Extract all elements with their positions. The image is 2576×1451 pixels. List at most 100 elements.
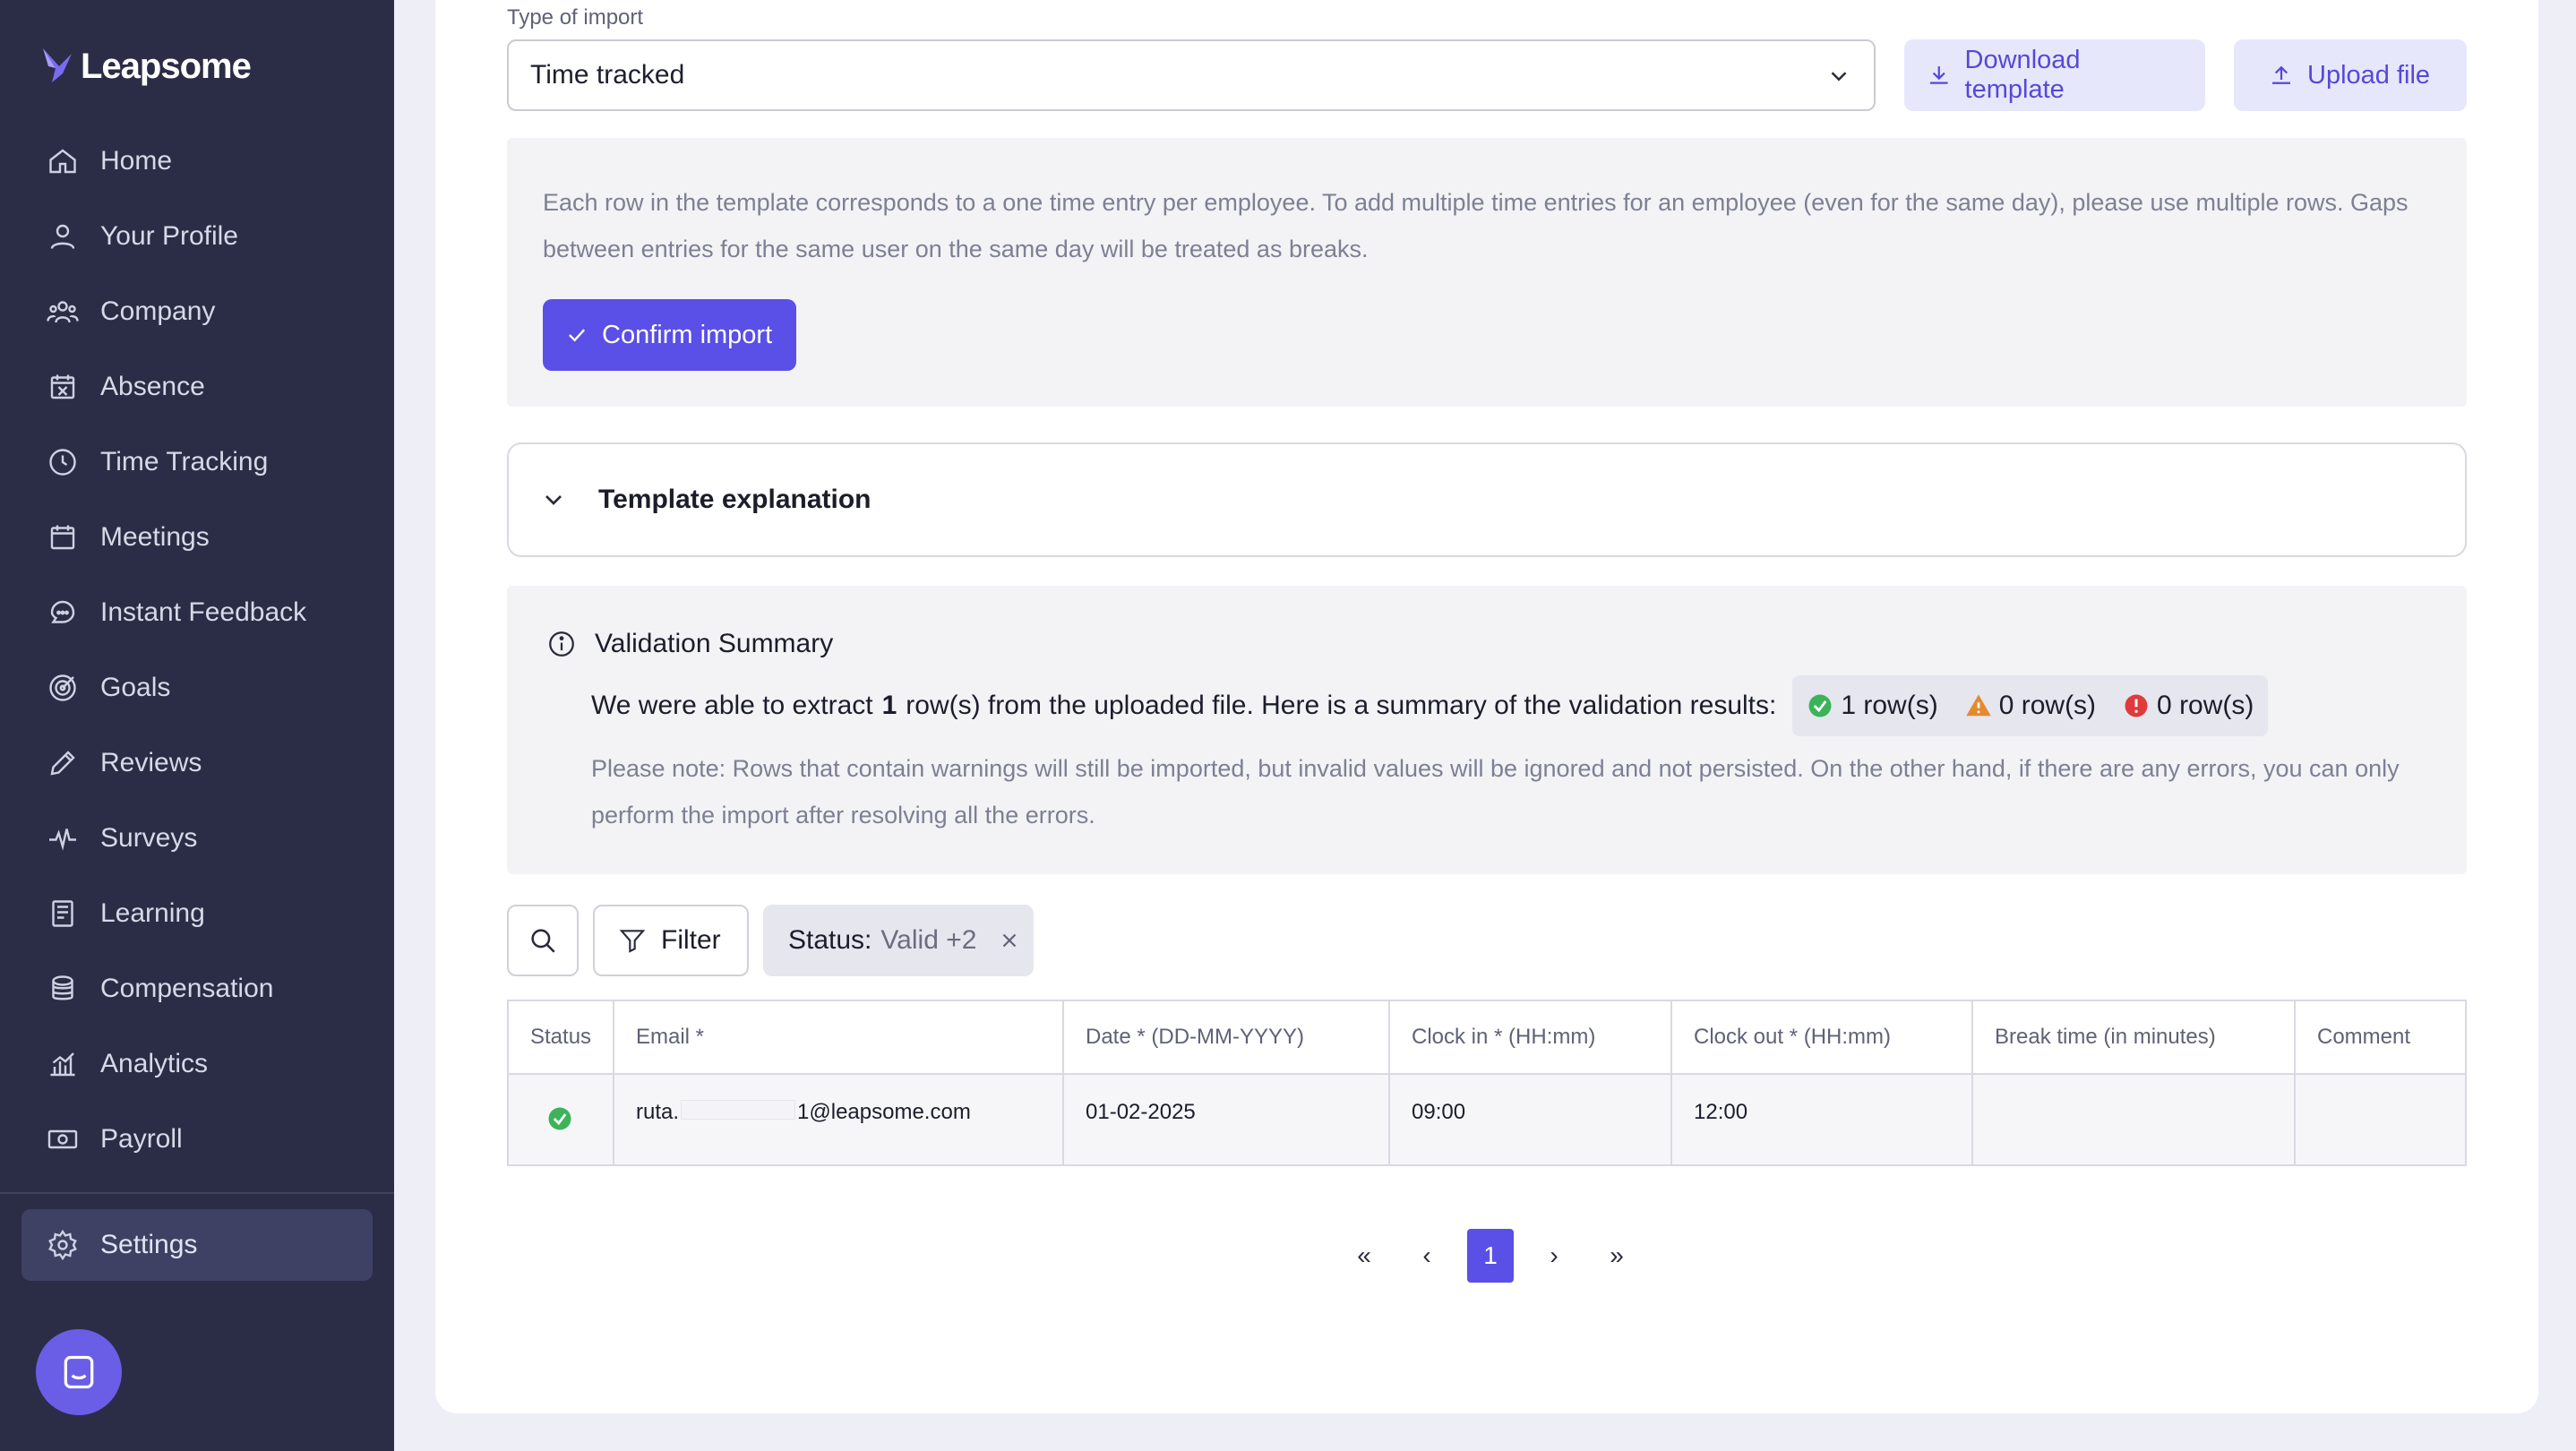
money-icon [47,1129,78,1149]
table-row[interactable]: ruta. 1@leapsome.com 01-02-2025 09:00 12… [509,1075,2465,1164]
sidebar-item-time-tracking[interactable]: Time Tracking [0,425,394,500]
sidebar-item-label: Absence [100,372,205,401]
sidebar-item-learning[interactable]: Learning [0,876,394,951]
home-icon [49,149,76,174]
support-chat-button[interactable] [36,1329,122,1415]
filter-icon [619,930,646,953]
sidebar-item-reviews[interactable]: Reviews [0,726,394,801]
sidebar-item-company[interactable]: Company [0,274,394,349]
row-clock-in-cell: 09:00 [1390,1075,1672,1164]
chip-key: Status: [788,925,872,955]
upload-file-button[interactable]: Upload file [2234,39,2467,111]
sidebar-item-payroll[interactable]: Payroll [0,1102,394,1177]
first-page-button[interactable]: « [1333,1229,1395,1283]
sidebar-item-your-profile[interactable]: Your Profile [0,199,394,274]
valid-rows-stat: 1 row(s) [1807,691,1938,721]
pencil-icon [50,751,75,776]
chip-value: Valid +2 [880,925,977,955]
sidebar-item-label: Goals [100,673,171,702]
gear-icon [48,1229,77,1261]
target-icon [49,674,76,701]
last-page-button[interactable]: » [1585,1229,1648,1283]
row-comment-cell [2296,1075,2465,1164]
chart-icon [50,1052,75,1077]
column-header-comment: Comment [2317,1025,2411,1049]
confirm-import-label: Confirm import [602,320,773,349]
error-icon [2125,694,2148,717]
column-header-email: Email * [614,1001,1064,1073]
sidebar-nav: Home Your Profile Company Absence Time T… [0,124,394,1177]
sidebar-item-label: Reviews [100,748,202,777]
sidebar-item-label: Meetings [100,522,210,552]
sidebar-item-label: Time Tracking [100,447,269,477]
sidebar-item-label: Your Profile [100,221,238,251]
status-filter-chip[interactable]: Status: Valid +2 [763,905,1034,976]
calendar-x-icon [50,374,75,399]
import-info-panel: Each row in the template corresponds to … [507,138,2467,407]
row-clock-out-cell: 12:00 [1672,1075,1973,1164]
error-rows-count: 0 row(s) [2157,691,2254,720]
validation-summary-header: Validation Summary [546,629,833,659]
valid-status-icon [548,1107,571,1130]
template-explanation-accordion[interactable]: Template explanation [507,442,2467,557]
column-header-status: Status [509,1001,614,1073]
sidebar-item-label: Company [100,296,216,326]
chevron-down-icon [1831,72,1847,82]
sidebar-item-label: Surveys [100,823,198,853]
info-icon [549,631,574,657]
sidebar-item-label: Home [100,146,173,176]
sidebar-item-label: Learning [100,898,205,928]
sidebar-item-label: Instant Feedback [100,597,307,627]
chat-launcher-icon [64,1355,94,1389]
row-email-cell: ruta. 1@leapsome.com [614,1075,1064,1164]
import-type-label: Type of import [507,5,644,30]
next-page-button[interactable]: › [1523,1229,1585,1283]
sidebar: Leapsome Home Your Profile Company Absen… [0,0,394,1451]
pulse-icon [49,829,76,851]
leapsome-logo[interactable]: Leapsome [39,41,252,91]
sidebar-item-compensation[interactable]: Compensation [0,951,394,1026]
app-name: Leapsome [81,46,252,86]
check-icon [569,329,586,342]
sidebar-item-home[interactable]: Home [0,124,394,199]
sidebar-item-goals[interactable]: Goals [0,650,394,726]
sidebar-item-label: Payroll [100,1124,183,1154]
current-page-button[interactable]: 1 [1467,1229,1514,1283]
sidebar-item-analytics[interactable]: Analytics [0,1026,394,1102]
upload-icon [2272,65,2290,84]
close-icon[interactable] [998,929,1021,952]
import-info-text: Each row in the template corresponds to … [543,189,2409,262]
import-preview-table: Status Email * Date * (DD-MM-YYYY) Clock… [507,1000,2467,1166]
validation-note: Please note: Rows that contain warnings … [591,755,2400,829]
sidebar-item-absence[interactable]: Absence [0,349,394,425]
redacted-text [681,1100,796,1120]
row-break-time-cell [1973,1075,2296,1164]
search-button[interactable] [507,905,579,976]
download-icon [1929,66,1948,84]
sidebar-item-label: Analytics [100,1049,209,1078]
sidebar-item-instant-feedback[interactable]: Instant Feedback [0,575,394,650]
filter-button[interactable]: Filter [593,905,749,976]
column-header-date: Date * (DD-MM-YYYY) [1064,1001,1390,1073]
download-template-button[interactable]: Download template [1904,39,2205,111]
check-circle-icon [1808,694,1832,717]
sidebar-item-meetings[interactable]: Meetings [0,500,394,575]
warning-icon [1965,694,1991,717]
validation-summary-panel: Validation Summary We were able to extra… [507,586,2467,874]
column-header-clock-out: Clock out * (HH:mm) [1672,1001,1973,1073]
leapsome-bird-icon [43,48,72,82]
warning-rows-stat: 0 row(s) [1965,691,2096,721]
sidebar-item-surveys[interactable]: Surveys [0,801,394,876]
validation-line-suffix: row(s) from the uploaded file. Here is a… [906,691,1777,720]
sidebar-item-settings[interactable]: Settings [21,1209,373,1281]
sidebar-item-label: Compensation [100,974,274,1003]
email-start: ruta. [636,1100,680,1124]
valid-rows-count: 1 row(s) [1841,691,1938,720]
row-status-cell [509,1075,614,1164]
import-type-select[interactable]: Time tracked [507,39,1876,111]
calendar-icon [50,525,75,550]
validation-row-count: 1 [881,691,897,720]
validation-stats: 1 row(s) 0 row(s) 0 row(s) [1792,675,2269,736]
confirm-import-button[interactable]: Confirm import [543,299,796,371]
prev-page-button[interactable]: ‹ [1395,1229,1458,1283]
